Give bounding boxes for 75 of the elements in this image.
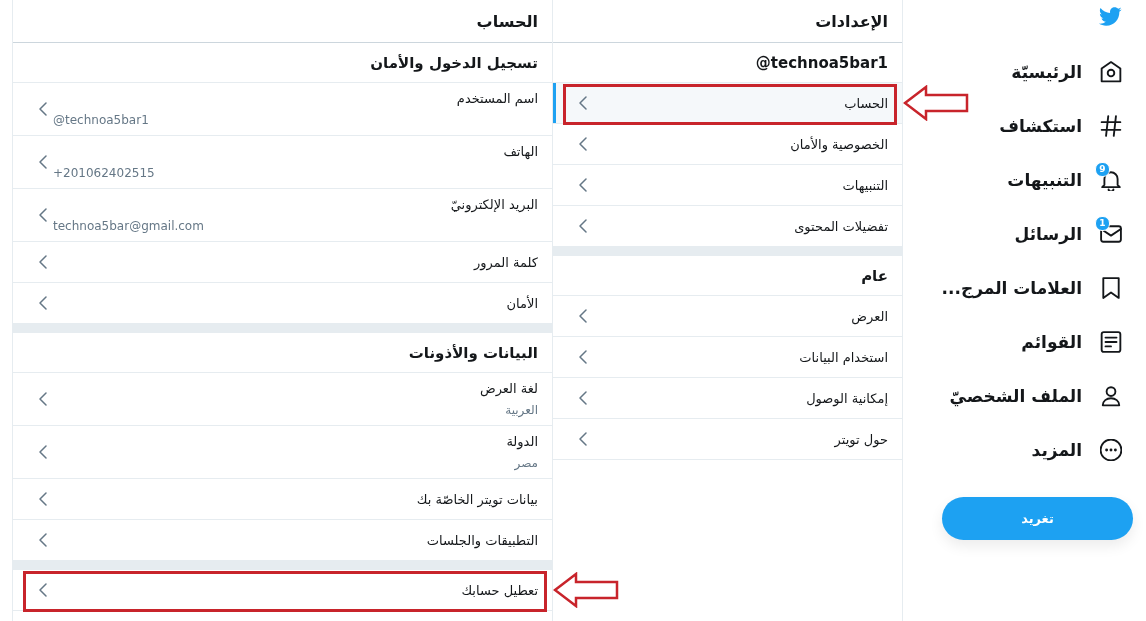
row-label: الحساب (844, 95, 888, 111)
chevron-icon (579, 96, 587, 110)
row-value: technoa5bar@gmail.com (53, 218, 204, 233)
row-label: حول تويتر (834, 431, 888, 447)
settings-item[interactable]: التنبيهات (553, 165, 902, 206)
row-value: مصر (514, 455, 538, 470)
nav-link[interactable]: استكشاف (999, 106, 1122, 146)
left-arrow-icon (553, 572, 619, 608)
column-title: الحساب (476, 11, 538, 31)
left-arrow-icon (903, 85, 969, 121)
account-item[interactable]: الدولة مصر (13, 426, 552, 479)
row-label: كلمة المرور (474, 254, 538, 270)
chevron-icon (579, 137, 587, 151)
row-label: العرض (851, 308, 888, 324)
count-badge: 9 (1095, 162, 1110, 177)
section-heading: عام (861, 266, 888, 285)
nav-link[interactable]: المزيد (1031, 430, 1122, 470)
row-label: البريد الإلكترونيّ (450, 196, 538, 212)
chevron-icon (39, 583, 47, 597)
row-label: بيانات تويتر الخاصّة بك (416, 491, 538, 507)
account-item[interactable]: تعطيل حسابك (13, 570, 552, 611)
nav-link[interactable]: الرئيسيّة (1011, 52, 1122, 92)
section-heading: البيانات والأذونات (408, 343, 538, 362)
row-label: الخصوصية والأمان (790, 136, 888, 152)
settings-item[interactable]: الخصوصية والأمان (553, 124, 902, 165)
nav-link[interactable]: العلامات المرج... (941, 268, 1122, 308)
settings-item[interactable]: حول تويتر (553, 419, 902, 460)
row-value: +201062402515 (53, 165, 155, 180)
chevron-icon (579, 219, 587, 233)
settings-item[interactable]: استخدام البيانات (553, 337, 902, 378)
row-label: الدولة (506, 433, 538, 449)
chevron-icon (579, 432, 587, 446)
account-item[interactable]: لغة العرض العربية (13, 373, 552, 426)
row-value: @technoa5bar1 (53, 112, 149, 127)
nav-link[interactable]: القوائم (1021, 322, 1122, 362)
chevron-icon (39, 392, 47, 406)
person-icon (1100, 385, 1122, 407)
chevron-icon (39, 296, 47, 310)
chevron-icon (39, 445, 47, 459)
chevron-icon (579, 309, 587, 323)
bookmark-icon (1100, 277, 1122, 299)
row-label: الأمان (506, 295, 538, 311)
row-label: التطبيقات والجلسات (426, 532, 538, 548)
settings-item[interactable]: العرض (553, 296, 902, 337)
chevron-icon (39, 255, 47, 269)
chevron-icon (39, 102, 47, 116)
row-label: لغة العرض (479, 380, 538, 396)
section-heading: تسجيل الدخول والأمان (370, 53, 538, 72)
account-item[interactable]: بيانات تويتر الخاصّة بك (13, 479, 552, 520)
chevron-icon (39, 208, 47, 222)
row-label: إمكانية الوصول (806, 390, 888, 406)
row-label: التنبيهات (842, 177, 888, 193)
row-label: تعطيل حسابك (461, 582, 538, 598)
row-label: اسم المستخدم (456, 90, 538, 106)
more-icon (1100, 439, 1122, 461)
count-badge: 1 (1095, 216, 1110, 231)
column-title: الإعدادات (815, 11, 888, 31)
chevron-icon (579, 178, 587, 192)
row-label: استخدام البيانات (799, 349, 888, 365)
chevron-icon (39, 533, 47, 547)
chevron-icon (579, 391, 587, 405)
settings-item[interactable]: إمكانية الوصول (553, 378, 902, 419)
bird-logo-icon[interactable] (1098, 7, 1122, 27)
nav-link[interactable]: الملف الشخصيّ (949, 376, 1122, 416)
home-icon (1100, 61, 1122, 83)
chevron-icon (39, 155, 47, 169)
account-item[interactable]: كلمة المرور (13, 242, 552, 283)
chevron-icon (39, 492, 47, 506)
section-heading: @technoa5bar1 (755, 53, 888, 72)
row-label: الهاتف (503, 143, 538, 159)
list-icon (1100, 331, 1122, 353)
chevron-icon (579, 350, 587, 364)
row-value: العربية (505, 402, 538, 417)
row-label: تفضيلات المحتوى (794, 218, 888, 234)
hashtag-icon (1100, 115, 1122, 137)
